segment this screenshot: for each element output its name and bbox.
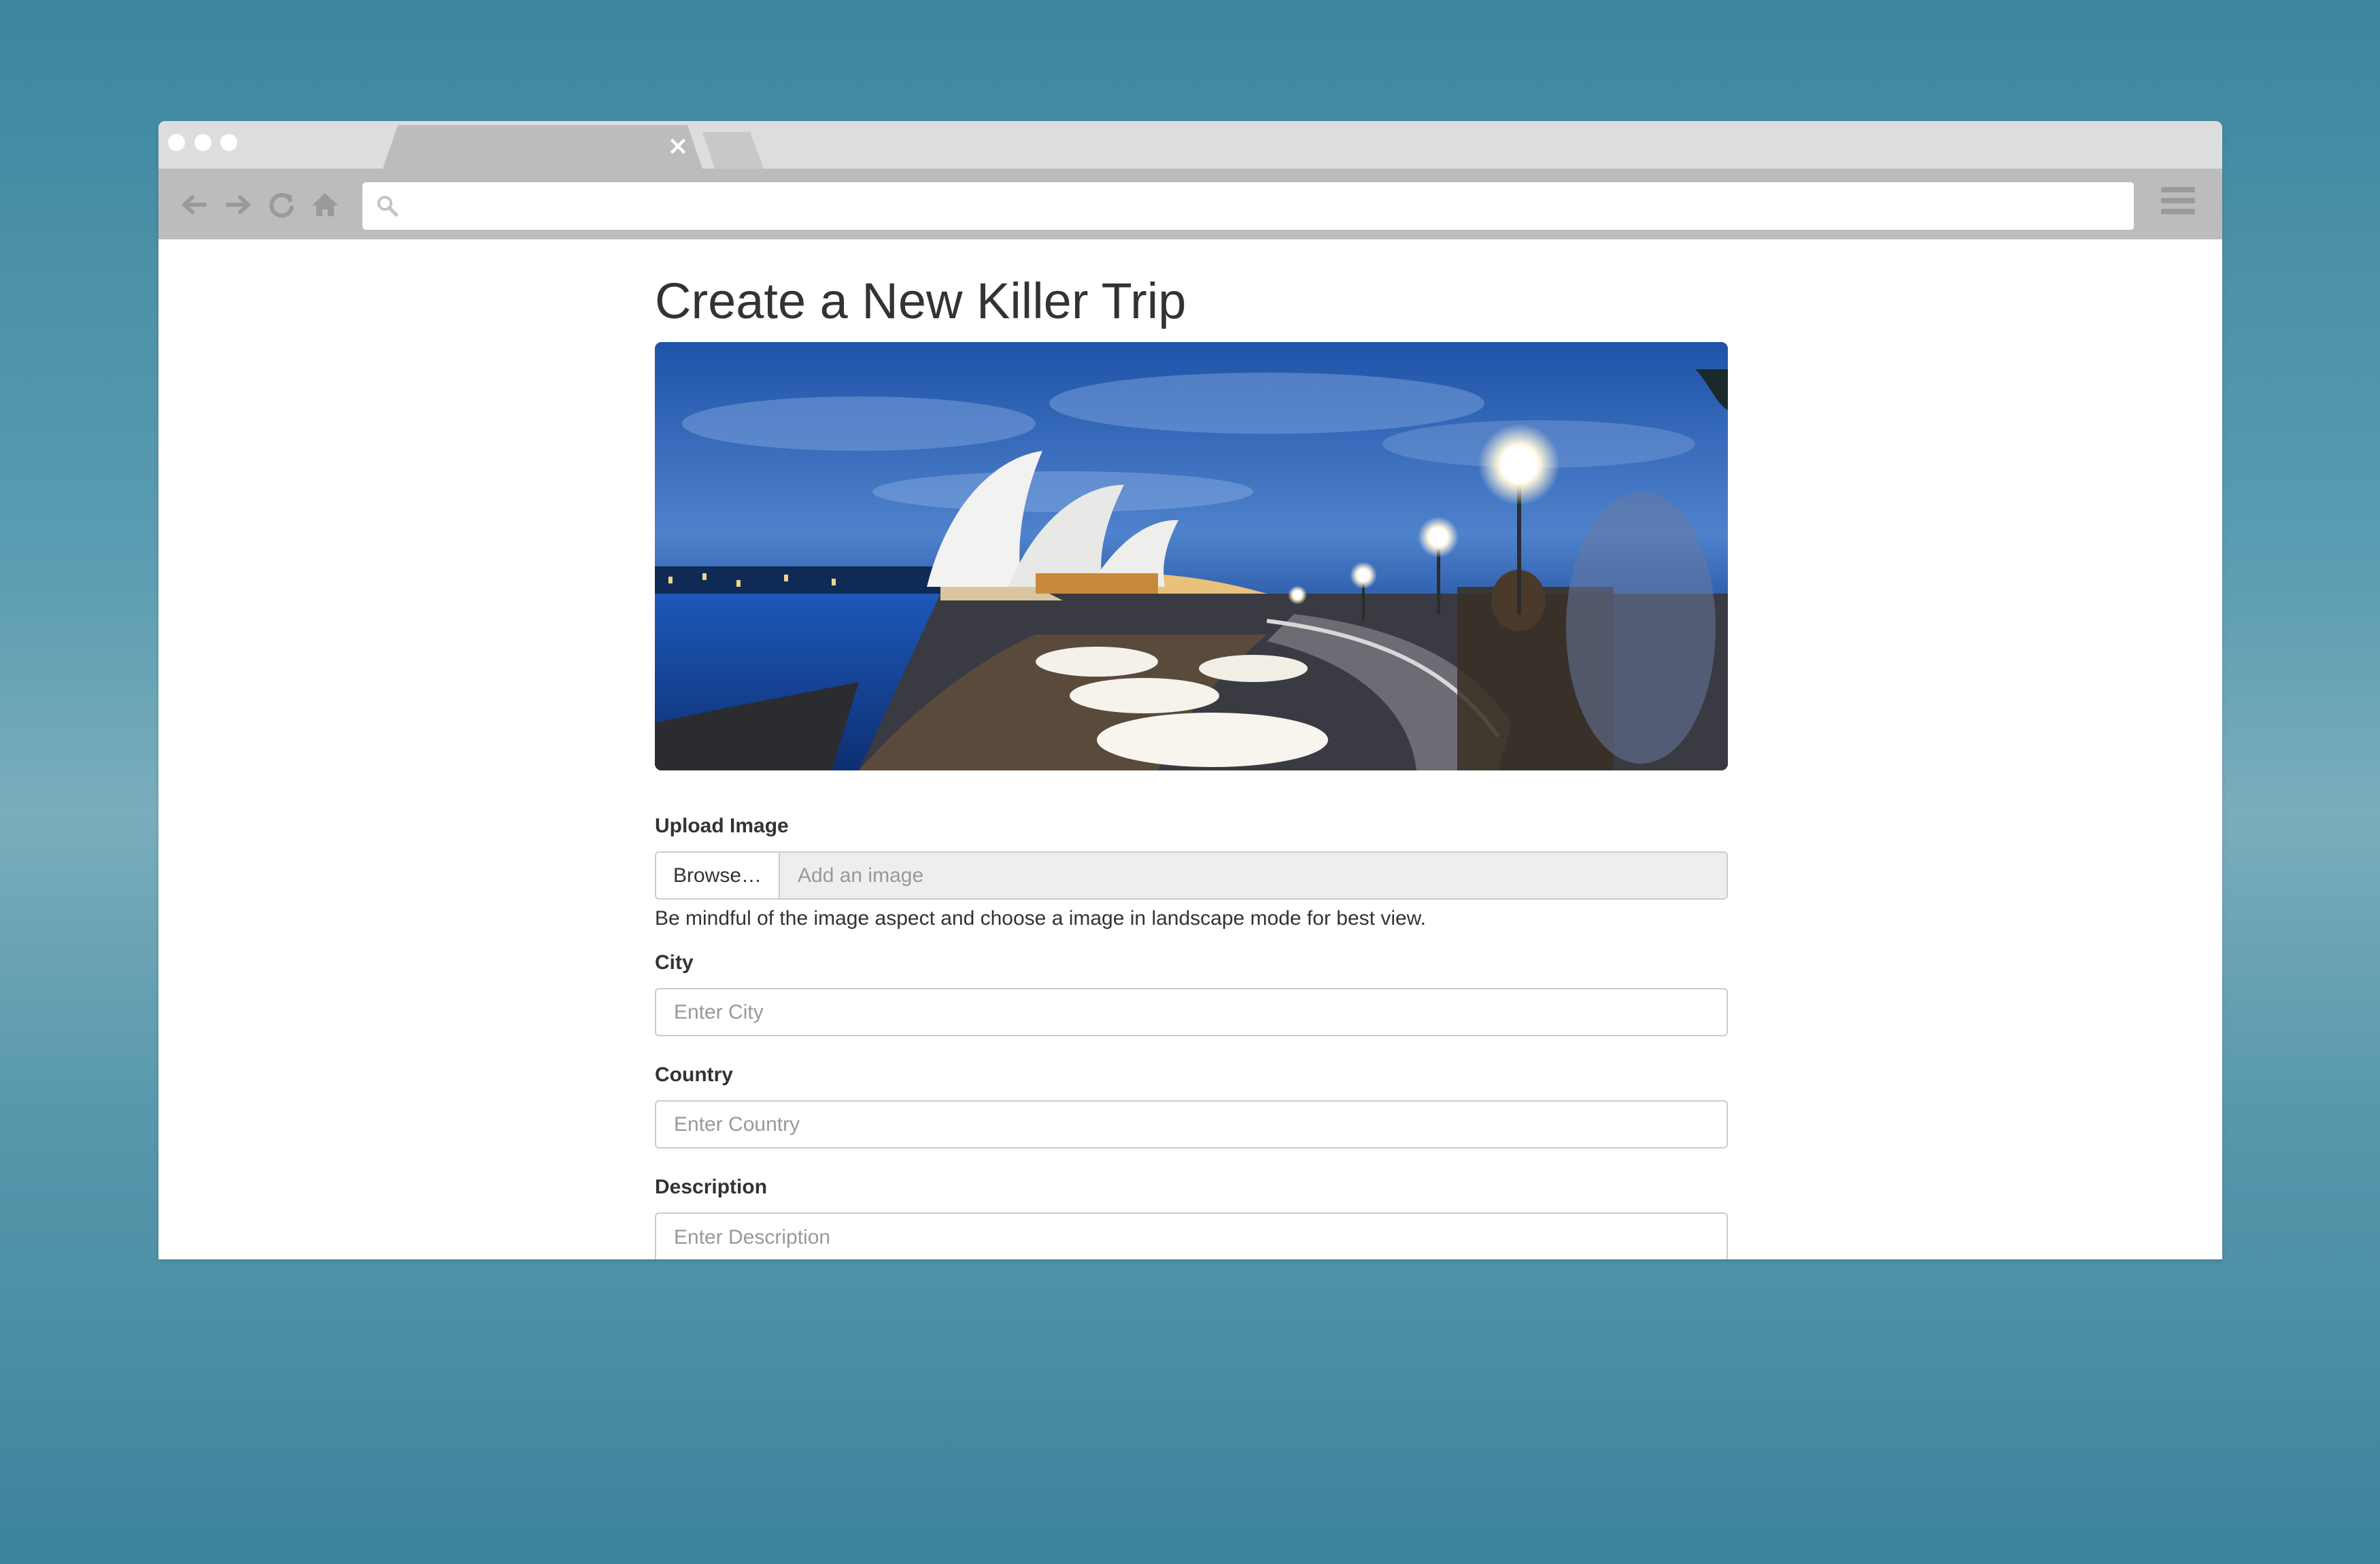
reload-icon[interactable]	[265, 188, 299, 222]
browser-toolbar	[158, 169, 2222, 239]
window-maximize-dot[interactable]	[220, 134, 237, 151]
page-title: Create a New Killer Trip	[655, 273, 1187, 329]
hamburger-menu-icon[interactable]	[2161, 187, 2195, 221]
hero-image	[655, 342, 1728, 770]
window-close-dot[interactable]	[168, 134, 185, 151]
upload-help-text: Be mindful of the image aspect and choos…	[655, 907, 1427, 930]
city-label: City	[655, 951, 694, 974]
description-textarea[interactable]	[655, 1212, 1728, 1259]
city-group: City	[655, 951, 1728, 1036]
arrow-left-icon[interactable]	[177, 188, 211, 222]
city-input[interactable]	[655, 988, 1728, 1036]
country-label: Country	[655, 1064, 733, 1086]
description-label: Description	[655, 1176, 768, 1198]
browser-window: × Create a New Killer Trip Upload Image …	[158, 121, 2222, 1259]
search-icon	[377, 196, 398, 217]
country-input[interactable]	[655, 1100, 1728, 1149]
close-icon[interactable]: ×	[664, 132, 692, 159]
country-group: Country	[655, 1064, 1728, 1149]
upload-image-group: Browse…	[655, 851, 1728, 900]
page-content: Create a New Killer Trip Upload Image Br…	[655, 267, 1728, 1259]
new-tab-button[interactable]	[702, 132, 764, 169]
browser-tab-active[interactable]	[383, 125, 702, 169]
window-minimize-dot[interactable]	[194, 134, 211, 151]
upload-image-field[interactable]	[780, 851, 1728, 900]
address-bar[interactable]	[362, 182, 2134, 230]
upload-image-label: Upload Image	[655, 815, 789, 837]
home-icon[interactable]	[308, 188, 342, 222]
arrow-right-icon[interactable]	[221, 188, 255, 222]
browse-button[interactable]: Browse…	[655, 851, 780, 900]
tab-bar: ×	[158, 121, 2222, 169]
description-group: Description	[655, 1176, 1728, 1259]
